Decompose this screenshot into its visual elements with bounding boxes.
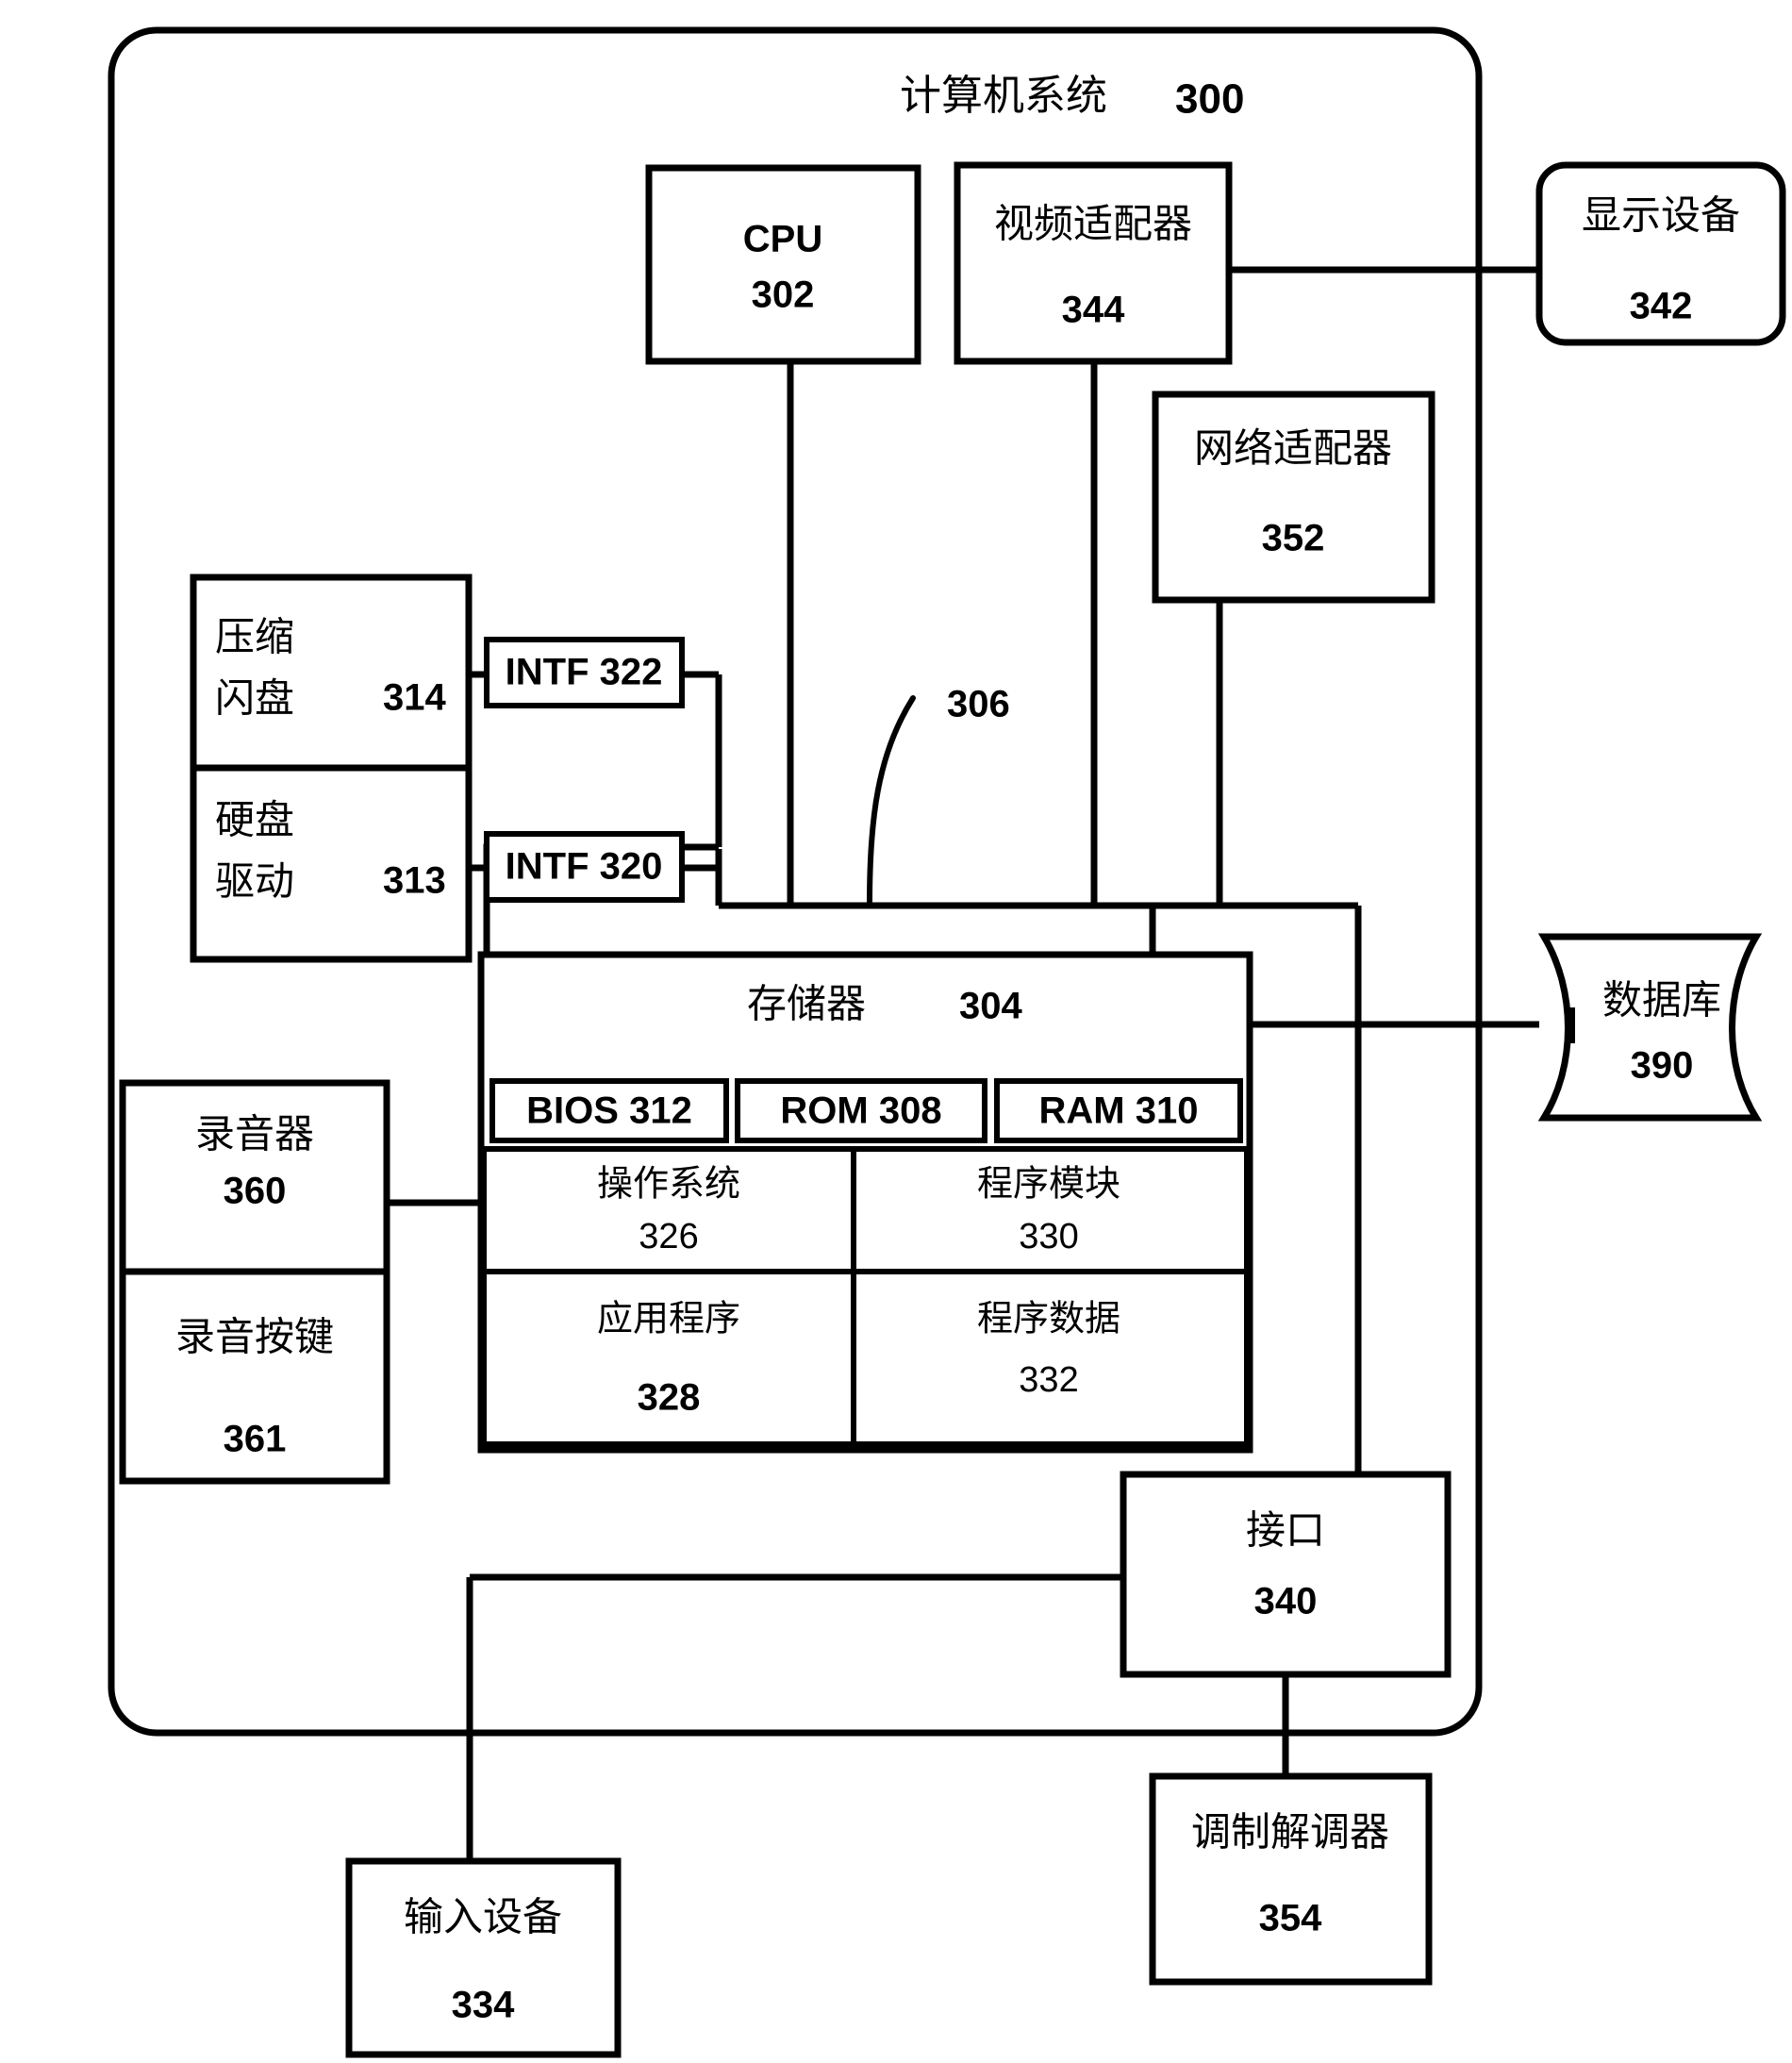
recorder-ref: 360 xyxy=(224,1171,287,1212)
flash-disk-ref: 314 xyxy=(383,677,446,719)
hard-disk-label-line2: 驱动 xyxy=(215,858,294,905)
input-device-label: 输入设备 xyxy=(404,1894,562,1940)
application-programs-ref: 328 xyxy=(638,1377,701,1419)
flash-disk-label-line2: 闪盘 xyxy=(215,675,294,722)
hard-disk-label-line1: 硬盘 xyxy=(215,797,294,843)
network-adapter-ref: 352 xyxy=(1262,518,1325,559)
bios-label: BIOS 312 xyxy=(526,1090,692,1132)
display-device-ref: 342 xyxy=(1630,286,1693,327)
video-adapter-ref: 344 xyxy=(1062,290,1125,331)
memory-ref: 304 xyxy=(959,986,1022,1027)
program-modules-ref: 330 xyxy=(1019,1217,1078,1256)
database-ref: 390 xyxy=(1631,1045,1694,1087)
rom-label: ROM 308 xyxy=(780,1090,941,1132)
bus-leader-line xyxy=(867,695,916,907)
bus-ref-label: 306 xyxy=(947,684,1010,725)
video-adapter-box[interactable] xyxy=(954,161,1233,365)
computer-system-block-diagram: 计算机系统 300 CPU 302 视频适配器 344 显示设备 342 网络适… xyxy=(0,0,1792,2063)
database-label: 数据库 xyxy=(1602,977,1721,1023)
video-adapter-label: 视频适配器 xyxy=(994,201,1192,247)
flash-disk-box[interactable] xyxy=(190,574,473,772)
network-adapter-label: 网络适配器 xyxy=(1194,425,1392,472)
interface-label: 接口 xyxy=(1246,1507,1325,1554)
figure-title-ref: 300 xyxy=(1175,76,1244,123)
cpu-label: CPU xyxy=(743,219,822,260)
database-shape[interactable] xyxy=(1537,933,1763,1122)
intf-322-label: INTF 322 xyxy=(506,652,663,693)
modem-ref: 354 xyxy=(1259,1898,1322,1939)
interface-box[interactable] xyxy=(1120,1471,1452,1678)
memory-label: 存储器 xyxy=(747,981,866,1027)
interface-ref: 340 xyxy=(1254,1581,1318,1622)
hard-disk-ref: 313 xyxy=(383,860,446,902)
cpu-ref: 302 xyxy=(752,275,815,316)
program-data-ref: 332 xyxy=(1019,1360,1078,1400)
cpu-box[interactable] xyxy=(645,164,921,365)
diagram-canvas: 计算机系统 300 CPU 302 视频适配器 344 显示设备 342 网络适… xyxy=(108,26,1786,2058)
ram-label: RAM 310 xyxy=(1039,1090,1199,1132)
display-device-label: 显示设备 xyxy=(1582,192,1740,239)
record-button-ref: 361 xyxy=(224,1419,287,1460)
application-programs-label: 应用程序 xyxy=(597,1298,740,1339)
operating-system-ref: 326 xyxy=(639,1217,698,1256)
modem-label: 调制解调器 xyxy=(1191,1809,1389,1855)
recorder-label: 录音器 xyxy=(195,1111,314,1157)
flash-disk-label-line1: 压缩 xyxy=(215,614,294,660)
modem-box[interactable] xyxy=(1149,1772,1433,1986)
figure-title: 计算机系统 xyxy=(900,72,1107,120)
input-device-ref: 334 xyxy=(452,1985,515,2026)
record-button-label: 录音按键 xyxy=(175,1314,334,1360)
program-data-label: 程序数据 xyxy=(977,1298,1120,1339)
operating-system-label: 操作系统 xyxy=(597,1163,740,1205)
database-port-marker xyxy=(1566,1007,1575,1043)
program-modules-label: 程序模块 xyxy=(977,1163,1120,1205)
intf-320-label: INTF 320 xyxy=(506,846,663,888)
